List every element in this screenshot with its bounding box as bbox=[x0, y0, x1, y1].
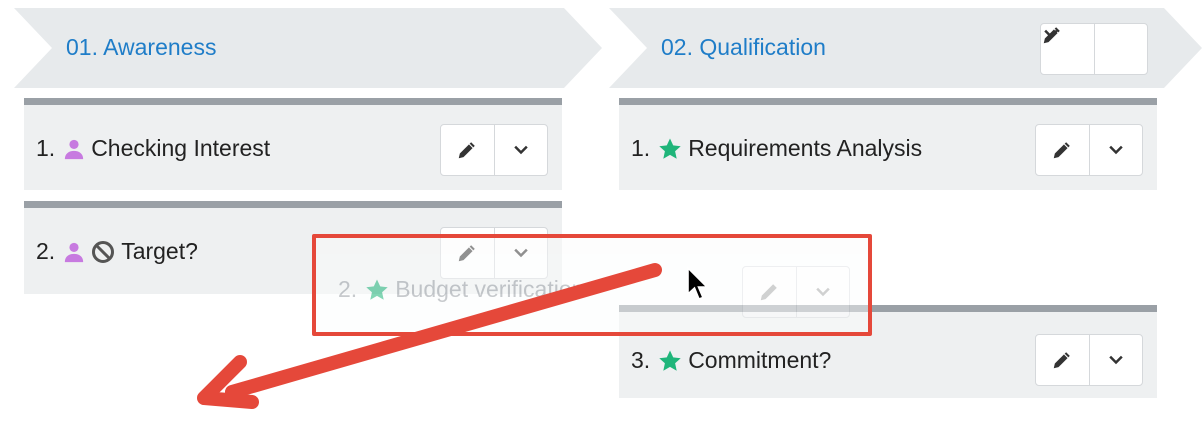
mouse-cursor-icon bbox=[687, 266, 709, 301]
annotation-arrow bbox=[197, 263, 662, 409]
